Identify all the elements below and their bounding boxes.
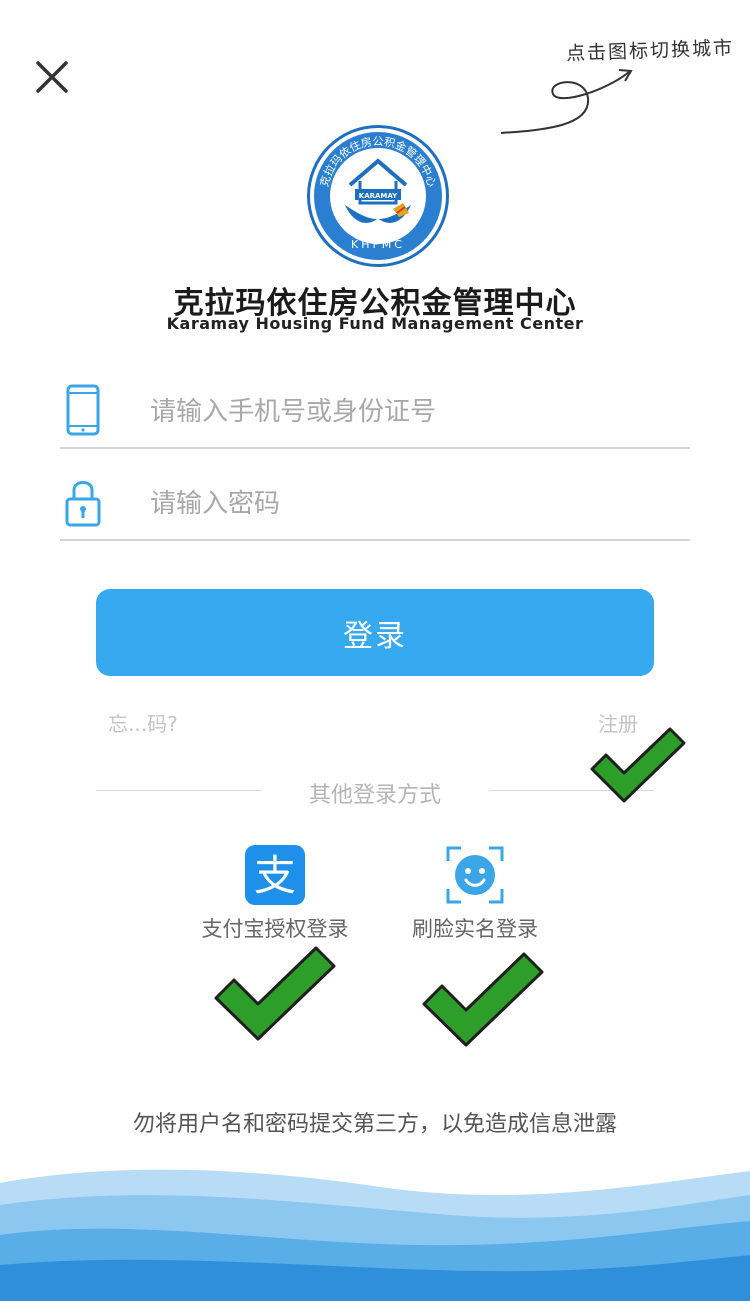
logo-badge-text: KARAMAY xyxy=(359,192,398,200)
password-input[interactable] xyxy=(148,479,672,529)
alipay-glyph: 支 xyxy=(254,851,296,900)
password-field xyxy=(60,469,690,541)
alipay-login-button[interactable]: 支 支付宝授权登录 xyxy=(185,845,365,943)
close-button[interactable] xyxy=(30,55,74,99)
city-logo[interactable]: 克拉玛依住房公积金管理中心 KARAMAY KHFMC xyxy=(305,123,451,269)
check-mark-icon xyxy=(422,952,544,1047)
other-login-title: 其他登录方式 xyxy=(308,783,441,808)
login-button[interactable]: 登录 xyxy=(96,589,654,676)
alipay-icon: 支 xyxy=(245,845,305,905)
account-field xyxy=(60,377,690,449)
hint-arrow-icon xyxy=(500,69,633,134)
khfmc-logo-icon: 克拉玛依住房公积金管理中心 KARAMAY KHFMC xyxy=(307,125,449,267)
account-input[interactable] xyxy=(148,387,672,437)
org-name-english: Karamay Housing Fund Management Center xyxy=(166,314,584,333)
check-mark-icon xyxy=(214,946,336,1041)
wave-decoration xyxy=(0,1169,750,1301)
register-link[interactable]: 注册 xyxy=(598,708,638,737)
face-login-label: 刷脸实名登录 xyxy=(412,917,538,941)
lock-icon xyxy=(65,481,101,527)
security-notice: 勿将用户名和密码提交第三方，以免造成信息泄露 xyxy=(132,1112,617,1137)
phone-icon xyxy=(66,384,100,436)
face-scan-icon xyxy=(446,846,504,904)
face-login-button[interactable]: 刷脸实名登录 xyxy=(385,845,565,943)
alipay-login-label: 支付宝授权登录 xyxy=(201,917,349,941)
forgot-password-link[interactable]: 忘...码? xyxy=(108,708,178,737)
close-icon xyxy=(36,61,68,93)
logo-bottom-text: KHFMC xyxy=(351,238,405,251)
